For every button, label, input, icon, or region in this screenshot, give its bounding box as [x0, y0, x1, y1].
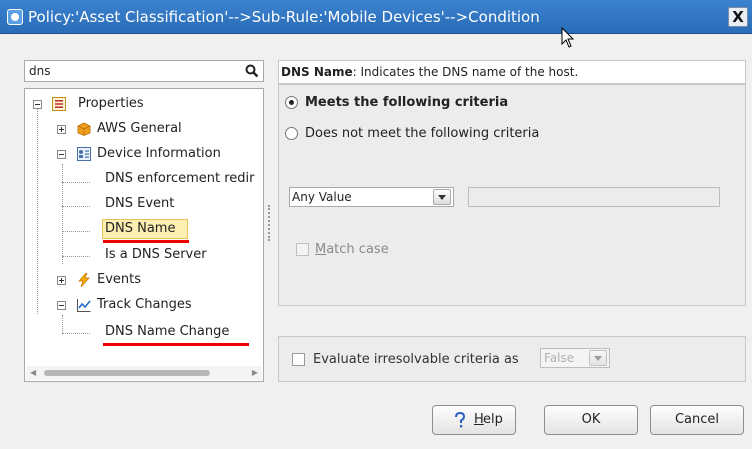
scrollbar-thumb[interactable] [44, 370, 210, 376]
device-info-icon [77, 147, 91, 161]
meets-criteria-label: Meets the following criteria [305, 95, 509, 110]
match-case-label: Match case [315, 242, 389, 257]
match-case-mnemonic: M [315, 242, 327, 257]
property-description-text: : Indicates the DNS name of the host. [352, 65, 579, 79]
chevron-down-icon[interactable] [589, 350, 607, 366]
mouse-pointer-icon [561, 27, 575, 48]
cancel-button[interactable]: Cancel [650, 405, 744, 435]
ok-button[interactable]: OK [544, 405, 638, 435]
evaluate-irresolvable-label: Evaluate irresolvable criteria as [313, 352, 519, 367]
expand-toggle[interactable] [57, 276, 66, 285]
irresolvable-value-select[interactable]: False [540, 348, 610, 368]
meets-criteria-radio[interactable] [285, 96, 298, 109]
collapse-toggle[interactable] [57, 301, 66, 310]
tree-item-dns-enforcement[interactable]: DNS enforcement redir [25, 169, 263, 189]
tree-item-label: DNS Name [105, 221, 176, 236]
help-icon [455, 412, 466, 428]
close-button[interactable]: X [728, 7, 748, 27]
property-description: DNS Name: Indicates the DNS name of the … [278, 60, 746, 84]
tree-item-aws-general[interactable]: AWS General [25, 119, 255, 139]
tree-item-label: DNS enforcement redir [105, 171, 255, 186]
tree-item-label: Track Changes [97, 297, 192, 312]
tree-item-events[interactable]: Events [25, 270, 255, 290]
tree-item-label: Events [97, 272, 142, 287]
trend-chart-icon [77, 299, 91, 312]
search-input[interactable] [27, 63, 237, 79]
evaluate-irresolvable-checkbox[interactable] [292, 353, 305, 366]
help-button-label-rest: elp [483, 412, 503, 427]
tree-horizontal-scrollbar[interactable]: ◀ ▶ [26, 366, 262, 380]
tree-item-label: Is a DNS Server [105, 247, 207, 262]
tree-item-label: Properties [78, 96, 144, 111]
tree-item-label: AWS General [97, 121, 182, 136]
red-underline-annotation [103, 343, 249, 346]
lightning-icon [78, 273, 90, 287]
tree-item-dns-name[interactable]: DNS Name [25, 219, 255, 239]
criteria-panel: Meets the following criteria Does not me… [278, 84, 746, 306]
search-icon[interactable] [245, 64, 259, 78]
tree-item-label: DNS Event [105, 196, 175, 211]
tree-item-is-dns-server[interactable]: Is a DNS Server [25, 245, 255, 265]
tree-item-properties[interactable]: Properties [25, 94, 255, 114]
search-box[interactable] [24, 60, 264, 82]
expand-toggle[interactable] [57, 125, 66, 134]
help-button[interactable]: H elp [432, 405, 516, 435]
not-meets-criteria-label: Does not meet the following criteria [305, 126, 540, 141]
tree-item-dns-event[interactable]: DNS Event [25, 194, 255, 214]
tree-item-track-changes[interactable]: Track Changes [25, 295, 255, 315]
operator-select-value: Any Value [292, 190, 352, 204]
operator-select[interactable]: Any Value [289, 187, 454, 207]
not-meets-criteria-radio[interactable] [285, 127, 298, 140]
tree-item-dns-name-change[interactable]: DNS Name Change [25, 322, 255, 342]
scroll-left-arrow-icon[interactable]: ◀ [30, 368, 36, 377]
criteria-value-field[interactable] [468, 187, 720, 207]
match-case-label-rest: atch case [326, 242, 389, 257]
tree-item-label: DNS Name Change [105, 324, 230, 339]
irresolvable-value: False [544, 351, 575, 365]
chevron-down-icon[interactable] [433, 189, 451, 205]
tree-item-label: Device Information [97, 146, 221, 161]
title-bar: Policy:'Asset Classification'-->Sub-Rule… [0, 0, 752, 34]
properties-list-icon [52, 97, 66, 111]
app-icon [7, 9, 23, 25]
red-underline-annotation [103, 240, 189, 243]
splitter-handle[interactable] [268, 205, 270, 241]
tree-item-device-information[interactable]: Device Information [25, 144, 255, 164]
property-name: DNS Name [281, 65, 353, 79]
match-case-checkbox[interactable] [296, 243, 309, 256]
window-title: Policy:'Asset Classification'-->Sub-Rule… [28, 8, 540, 26]
collapse-toggle[interactable] [57, 150, 66, 159]
evaluate-panel: Evaluate irresolvable criteria as False [278, 336, 746, 382]
collapse-toggle[interactable] [33, 100, 42, 109]
property-tree[interactable]: Properties AWS General Device Informatio… [24, 88, 264, 382]
aws-cube-icon [77, 122, 91, 136]
scroll-right-arrow-icon[interactable]: ▶ [252, 368, 258, 377]
